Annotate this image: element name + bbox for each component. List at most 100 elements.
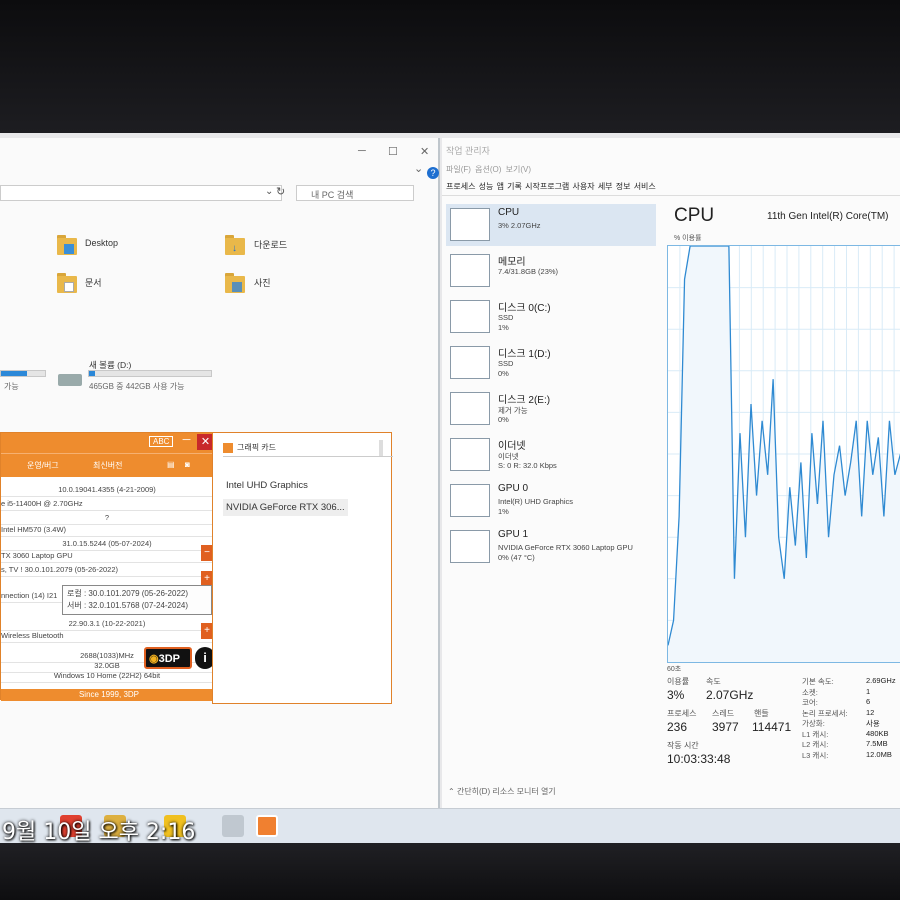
drive-c-bar	[0, 370, 46, 377]
resource-detail: SSD	[498, 359, 514, 368]
tooltip-server: 서버 : 32.0.101.5768 (07-24-2024)	[67, 601, 189, 610]
menu-latest-version[interactable]: 최신버전	[93, 460, 122, 471]
resource-item[interactable]: 디스크 1(D:) SSD 0%	[446, 342, 656, 384]
resource-item[interactable]: 디스크 0(C:) SSD 1%	[446, 296, 656, 338]
util-label: 이용률	[667, 677, 690, 686]
resource-name: 이더넷	[498, 441, 526, 452]
drive-c-space: 가능	[4, 382, 19, 391]
cpu-info-key: 가상화:	[802, 719, 825, 728]
3dp-chip-window: ABC ─ ✕ 운영/버그 최신버전 ▤ ◙ 10.0.19041.4355 (…	[0, 432, 217, 701]
close-icon[interactable]: ✕	[420, 145, 429, 158]
folder-label-pictures[interactable]: 사진	[254, 276, 271, 289]
mini-graph	[450, 300, 490, 333]
driver-version-tooltip: 로컬 : 30.0.101.2079 (05-26-2022) 서버 : 32.…	[62, 585, 212, 615]
mini-graph	[450, 392, 490, 425]
cpu-info-key: L2 캐시:	[802, 740, 829, 749]
chevron-down-icon[interactable]: ⌄	[414, 162, 423, 175]
hardware-row: ?	[104, 513, 110, 522]
address-input[interactable]	[0, 185, 282, 201]
resource-detail: 1%	[498, 323, 509, 332]
resource-name: 디스크 1(D:)	[498, 349, 551, 360]
row-divider	[1, 562, 213, 563]
search-input[interactable]: 내 PC 검색	[296, 185, 414, 201]
resource-detail: NVIDIA GeForce RTX 3060 Laptop GPU	[498, 543, 633, 552]
documents-folder-icon[interactable]	[57, 272, 77, 294]
resource-detail: S: 0 R: 32.0 Kbps	[498, 461, 557, 470]
3dp-logo[interactable]: ◉3DP	[144, 647, 192, 669]
window-title: 작업 관리자	[446, 146, 490, 156]
app-icon[interactable]	[222, 815, 244, 837]
minimize-icon[interactable]: ─	[358, 145, 366, 157]
search-placeholder: 내 PC 검색	[311, 190, 354, 200]
hardware-row: TX 3060 Laptop GPU	[1, 551, 73, 560]
resource-detail: 1%	[498, 507, 509, 516]
cpu-info-value: 1	[866, 686, 871, 696]
3dp-footer: Since 1999, 3DP	[1, 689, 217, 701]
address-bar: ⌄ ↻ 내 PC 검색	[0, 185, 440, 203]
mini-graph	[450, 438, 490, 471]
tab-bar[interactable]: 프로세스 성능 앱 기록 시작프로그램 사용자 세부 정보 서비스	[446, 181, 656, 192]
resource-item[interactable]: GPU 0 Intel(R) UHD Graphics 1%	[446, 480, 656, 522]
resource-detail: SSD	[498, 313, 514, 322]
cpu-info-value: 2.69GHz	[866, 676, 896, 685]
chevron-down-icon[interactable]: ⌄	[265, 186, 273, 197]
resource-item[interactable]: 이더넷 이더넷 S: 0 R: 32.0 Kbps	[446, 434, 656, 476]
cpu-info-key: 논리 프로세서:	[802, 708, 848, 718]
hardware-row: Windows 10 Home (22H2) 64bit	[53, 671, 161, 680]
resource-item[interactable]: GPU 1 NVIDIA GeForce RTX 3060 Laptop GPU 0…	[446, 526, 656, 568]
cpu-info-key: 기본 속도:	[802, 677, 834, 686]
task-manager-footer: ⌃ 간단히(D) 리소스 모니터 열기	[442, 786, 556, 797]
folder-label-desktop[interactable]: Desktop	[85, 238, 118, 248]
help-icon[interactable]: ?	[427, 167, 439, 179]
resource-item[interactable]: CPU 3% 2.07GHz	[446, 204, 656, 246]
hardware-row: 22.90.3.1 (10-22-2021)	[68, 619, 146, 628]
resource-name: GPU 1	[498, 529, 529, 540]
speed-label: 속도	[706, 677, 721, 686]
minimize-icon[interactable]: ─	[179, 434, 194, 449]
photo-timestamp: 9월 10일 오후 2:16	[2, 820, 196, 845]
divider	[442, 195, 900, 196]
task-manager-window: 작업 관리자 파일(F) 옵션(O) 보기(V) 프로세스 성능 앱 기록 시작…	[442, 138, 900, 810]
monitor-chin	[0, 843, 900, 900]
3dp-titlebar: ABC ─ ✕	[1, 433, 217, 453]
graphics-card-panel: 그래픽 카드 Intel UHD Graphics NVIDIA GeForce…	[212, 432, 393, 704]
row-divider	[1, 510, 213, 511]
cpu-info-key: L3 캐시:	[802, 750, 829, 760]
row-divider	[1, 642, 213, 643]
gpu-item-intel[interactable]: Intel UHD Graphics	[223, 477, 311, 494]
drive-d-icon[interactable]	[58, 374, 82, 386]
process-value: 236	[667, 720, 688, 734]
tooltip-local: 로컬 : 30.0.101.2079 (05-26-2022)	[67, 589, 189, 598]
gpu-item-nvidia[interactable]: NVIDIA GeForce RTX 306...	[223, 499, 348, 516]
resource-name: 디스크 2(E:)	[498, 395, 551, 406]
maximize-icon[interactable]: ☐	[388, 145, 398, 158]
resource-item[interactable]: 메모리 7.4/31.8GB (23%)	[446, 250, 656, 292]
refresh-icon[interactable]: ↻	[276, 185, 285, 198]
speed-value: 2.07GHz	[706, 688, 754, 702]
scrollbar[interactable]	[379, 440, 383, 456]
resource-detail: 7.4/31.8GB (23%)	[498, 267, 559, 276]
drive-d-space: 465GB 중 442GB 사용 가능	[89, 382, 185, 391]
abc-button[interactable]: ABC	[149, 436, 174, 447]
resource-item[interactable]: 디스크 2(E:) 제거 가능 0%	[446, 388, 656, 430]
list-icon[interactable]: ▤	[167, 460, 175, 469]
footer-links[interactable]: 간단히(D) 리소스 모니터 열기	[457, 787, 556, 796]
time-axis-label: 60초	[667, 666, 682, 673]
pictures-folder-icon[interactable]	[225, 272, 245, 294]
cpu-info-key: L1 캐시:	[802, 729, 829, 739]
menu-bar[interactable]: 파일(F) 옵션(O) 보기(V)	[446, 164, 531, 175]
mini-graph	[450, 530, 490, 563]
3dp-taskbar-icon[interactable]	[256, 815, 278, 837]
folder-label-downloads[interactable]: 다운로드	[254, 238, 287, 251]
chevron-up-icon[interactable]: ⌃	[448, 787, 455, 796]
camera-icon[interactable]: ◙	[185, 460, 190, 469]
cpu-info-key: 코어:	[802, 698, 818, 707]
downloads-folder-icon[interactable]: ↓	[225, 234, 245, 256]
cpu-heading: CPU	[674, 205, 715, 226]
menu-bug-report[interactable]: 운영/버그	[27, 460, 59, 471]
resource-name: 디스크 0(C:)	[498, 303, 551, 314]
desktop-folder-icon[interactable]	[57, 234, 77, 256]
row-divider	[1, 682, 213, 683]
hardware-row: e i5-11400H @ 2.70GHz	[1, 499, 83, 508]
folder-label-documents[interactable]: 문서	[85, 276, 102, 289]
